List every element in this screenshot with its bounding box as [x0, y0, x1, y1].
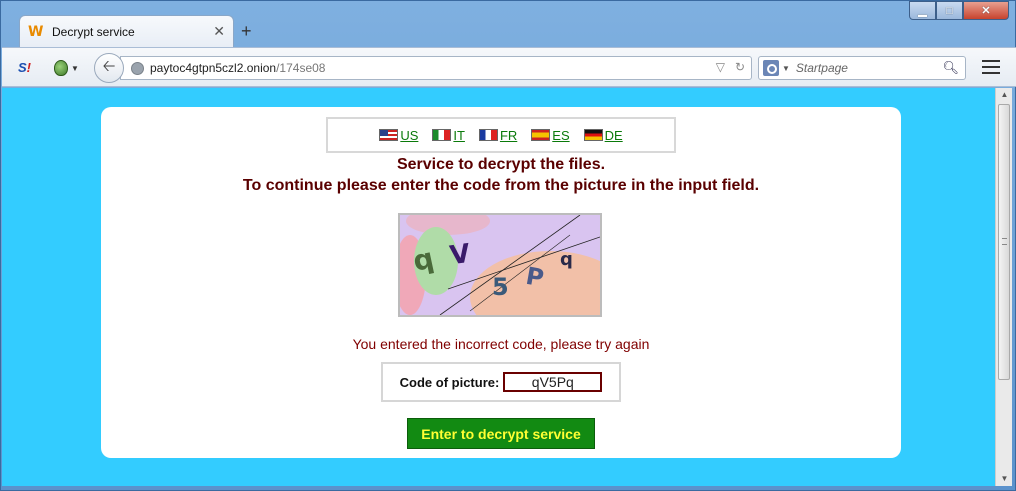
captcha-image: q V 5 P q [398, 213, 602, 317]
url-bar[interactable]: paytoc4gtpn5czl2.onion/174se08 ▽ ↻ [120, 56, 752, 80]
headline-line-1: Service to decrypt the files. [396, 156, 606, 173]
tab-favicon-icon: W [28, 23, 44, 40]
decrypt-submit-button[interactable]: Enter to decrypt service [407, 418, 595, 449]
decrypt-panel: US IT FR ES DE Service to decrypt the fi… [101, 107, 901, 458]
it-flag-icon [432, 129, 452, 141]
tab-strip: W Decrypt service ✕ + ▁ □ ✕ [1, 1, 1015, 47]
url-path: /174se08 [276, 61, 326, 75]
de-flag-icon [583, 129, 603, 141]
captcha-form: Code of picture: [381, 362, 621, 402]
back-button[interactable]: 🡠 [94, 53, 124, 83]
close-icon[interactable]: ✕ [213, 23, 225, 40]
chevron-down-icon: ▼ [782, 63, 790, 73]
lang-es-link[interactable]: ES [531, 128, 570, 143]
scroll-up-icon[interactable]: ▲ [996, 88, 1013, 102]
search-engine-icon[interactable] [763, 60, 779, 76]
lang-it-link[interactable]: IT [432, 128, 465, 143]
page-headline: Service to decrypt the files. To continu… [101, 154, 901, 196]
lang-de-link[interactable]: DE [583, 128, 623, 143]
page-viewport: US IT FR ES DE Service to decrypt the fi… [2, 88, 995, 486]
captcha-char: V [448, 239, 472, 272]
search-bar[interactable]: ▼ Startpage 🔍︎ [758, 56, 966, 80]
language-selector: US IT FR ES DE [326, 117, 676, 153]
lang-us-link[interactable]: US [379, 128, 418, 143]
chevron-down-icon: ▼ [71, 63, 79, 73]
captcha-char: q [560, 249, 573, 270]
menu-icon[interactable] [982, 60, 1000, 74]
browser-window: W Decrypt service ✕ + ▁ □ ✕ S! ▼ paytoc4… [0, 0, 1016, 491]
new-tab-icon[interactable]: + [241, 21, 252, 42]
minimize-icon[interactable]: ▁ [909, 1, 936, 20]
url-host: paytoc4gtpn5czl2.onion [150, 61, 277, 75]
us-flag-icon [379, 129, 399, 141]
navigation-bar: S! ▼ paytoc4gtpn5czl2.onion/174se08 ▽ ↻ … [2, 47, 1016, 87]
code-label: Code of picture: [399, 374, 500, 390]
back-icon: 🡠 [102, 57, 116, 75]
lang-fr-link[interactable]: FR [478, 128, 517, 143]
scroll-down-icon[interactable]: ▼ [996, 472, 1013, 486]
vertical-scrollbar[interactable]: ▲ ▼ [995, 88, 1012, 486]
captcha-char: 5 [492, 273, 509, 301]
window-controls: ▁ □ ✕ [909, 1, 1009, 20]
captcha-code-input[interactable] [503, 372, 603, 392]
search-placeholder: Startpage [795, 61, 848, 75]
es-flag-icon [531, 129, 551, 141]
close-window-icon[interactable]: ✕ [963, 1, 1009, 20]
onion-button[interactable]: ▼ [54, 58, 84, 78]
fr-flag-icon [478, 129, 498, 141]
search-icon[interactable]: 🔍︎ [942, 60, 959, 76]
maximize-icon[interactable]: □ [936, 1, 963, 20]
headline-line-2: To continue please enter the code from t… [242, 177, 760, 194]
tab-decrypt-service[interactable]: W Decrypt service ✕ [19, 15, 234, 47]
onion-icon [54, 60, 68, 76]
globe-icon [131, 61, 144, 75]
error-message: You entered the incorrect code, please t… [352, 336, 650, 352]
extension-button[interactable]: S! [18, 60, 31, 75]
dropdown-icon[interactable]: ▽ [716, 60, 725, 74]
scrollbar-thumb[interactable] [998, 104, 1010, 380]
tab-title: Decrypt service [52, 24, 135, 39]
reload-icon[interactable]: ↻ [735, 60, 745, 74]
